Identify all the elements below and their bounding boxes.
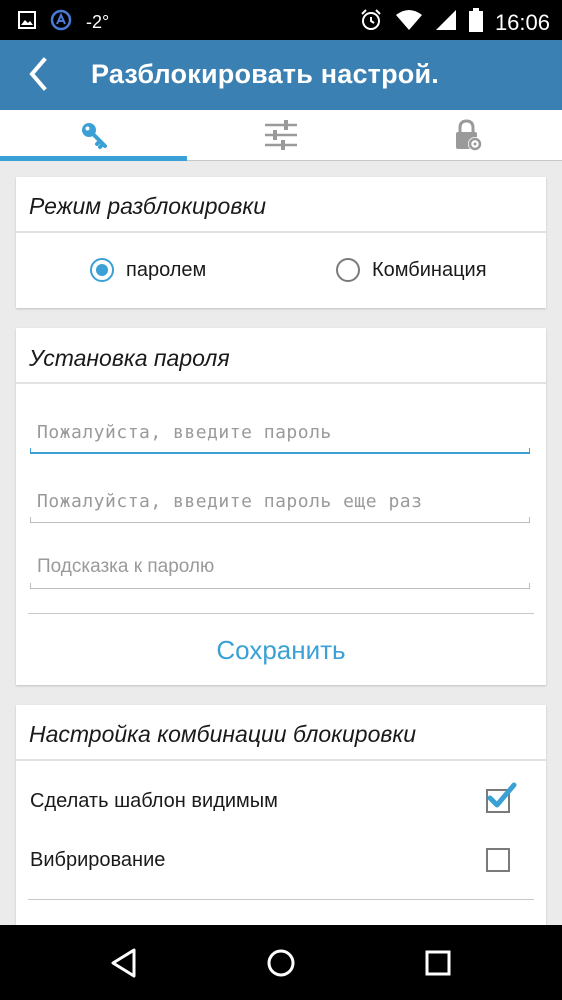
chevron-left-icon (29, 57, 47, 91)
nav-recents-button[interactable] (420, 945, 456, 981)
password-hint-input[interactable] (30, 549, 530, 585)
status-bar: -2° 16:06 (0, 0, 562, 40)
app-bar: Разблокировать настрой. (0, 40, 562, 110)
vibration-row[interactable]: Вибрирование (30, 840, 530, 880)
tab-bar (0, 110, 562, 161)
status-bar-right: 16:06 (359, 8, 550, 38)
unlock-mode-card: Режим разблокировки паролем Комбинация (16, 177, 546, 308)
password-setup-title: Установка пароля (29, 345, 230, 371)
image-icon (18, 11, 36, 34)
alarm-icon (359, 8, 383, 38)
password-confirm-field[interactable] (30, 483, 530, 523)
password-confirm-underline (30, 517, 530, 523)
clock-text: 16:06 (494, 10, 550, 35)
back-triangle-icon (111, 948, 136, 978)
divider (16, 231, 546, 233)
pattern-setup-title: Настройка комбинации блокировки (29, 721, 417, 747)
radio-unselected-icon (336, 258, 360, 282)
nav-back-button[interactable] (106, 945, 142, 981)
temperature-text: -2° (86, 12, 110, 32)
tab-lock[interactable] (374, 110, 561, 160)
password-hint-field[interactable] (30, 549, 530, 589)
wifi-icon (395, 9, 423, 37)
save-button[interactable]: Сохранить (16, 635, 546, 666)
battery-icon (468, 8, 483, 38)
radio-password[interactable]: паролем (90, 258, 206, 282)
page-title: Разблокировать настрой. (91, 59, 439, 89)
password-hint-underline (30, 583, 530, 589)
password-underline (30, 448, 530, 454)
password-confirm-input[interactable] (30, 483, 530, 519)
visible-pattern-label: Сделать шаблон видимым (30, 789, 278, 812)
app-a-icon (50, 9, 72, 36)
status-bar-left: -2° (18, 9, 109, 36)
lock-settings-icon (455, 119, 482, 151)
vibration-checkbox[interactable] (486, 848, 510, 872)
recents-square-icon (425, 950, 451, 976)
divider (16, 759, 546, 761)
divider (16, 382, 546, 384)
pattern-setup-card: Настройка комбинации блокировки Сделать … (16, 705, 546, 945)
password-field[interactable] (30, 414, 530, 454)
back-button[interactable] (22, 54, 62, 94)
visible-pattern-row[interactable]: Сделать шаблон видимым (30, 781, 530, 821)
nav-home-button[interactable] (263, 945, 299, 981)
divider (28, 899, 534, 900)
tab-settings[interactable] (187, 110, 374, 160)
vibration-label: Вибрирование (30, 848, 166, 871)
key-icon (81, 123, 107, 149)
navigation-bar (0, 925, 562, 1000)
radio-password-label: паролем (126, 258, 207, 281)
radio-pattern-label: Комбинация (372, 258, 487, 281)
password-input[interactable] (30, 414, 530, 450)
unlock-mode-title: Режим разблокировки (29, 193, 266, 219)
password-setup-card: Установка пароля Сохранить (16, 328, 546, 685)
visible-pattern-checkbox[interactable] (486, 782, 517, 813)
sliders-icon (264, 120, 297, 150)
home-circle-icon (267, 949, 295, 977)
tab-password[interactable] (0, 110, 187, 161)
signal-icon (435, 9, 457, 37)
radio-selected-icon (90, 258, 114, 282)
divider (28, 613, 534, 614)
checkmark-icon (487, 782, 517, 808)
radio-pattern[interactable]: Комбинация (336, 258, 487, 282)
